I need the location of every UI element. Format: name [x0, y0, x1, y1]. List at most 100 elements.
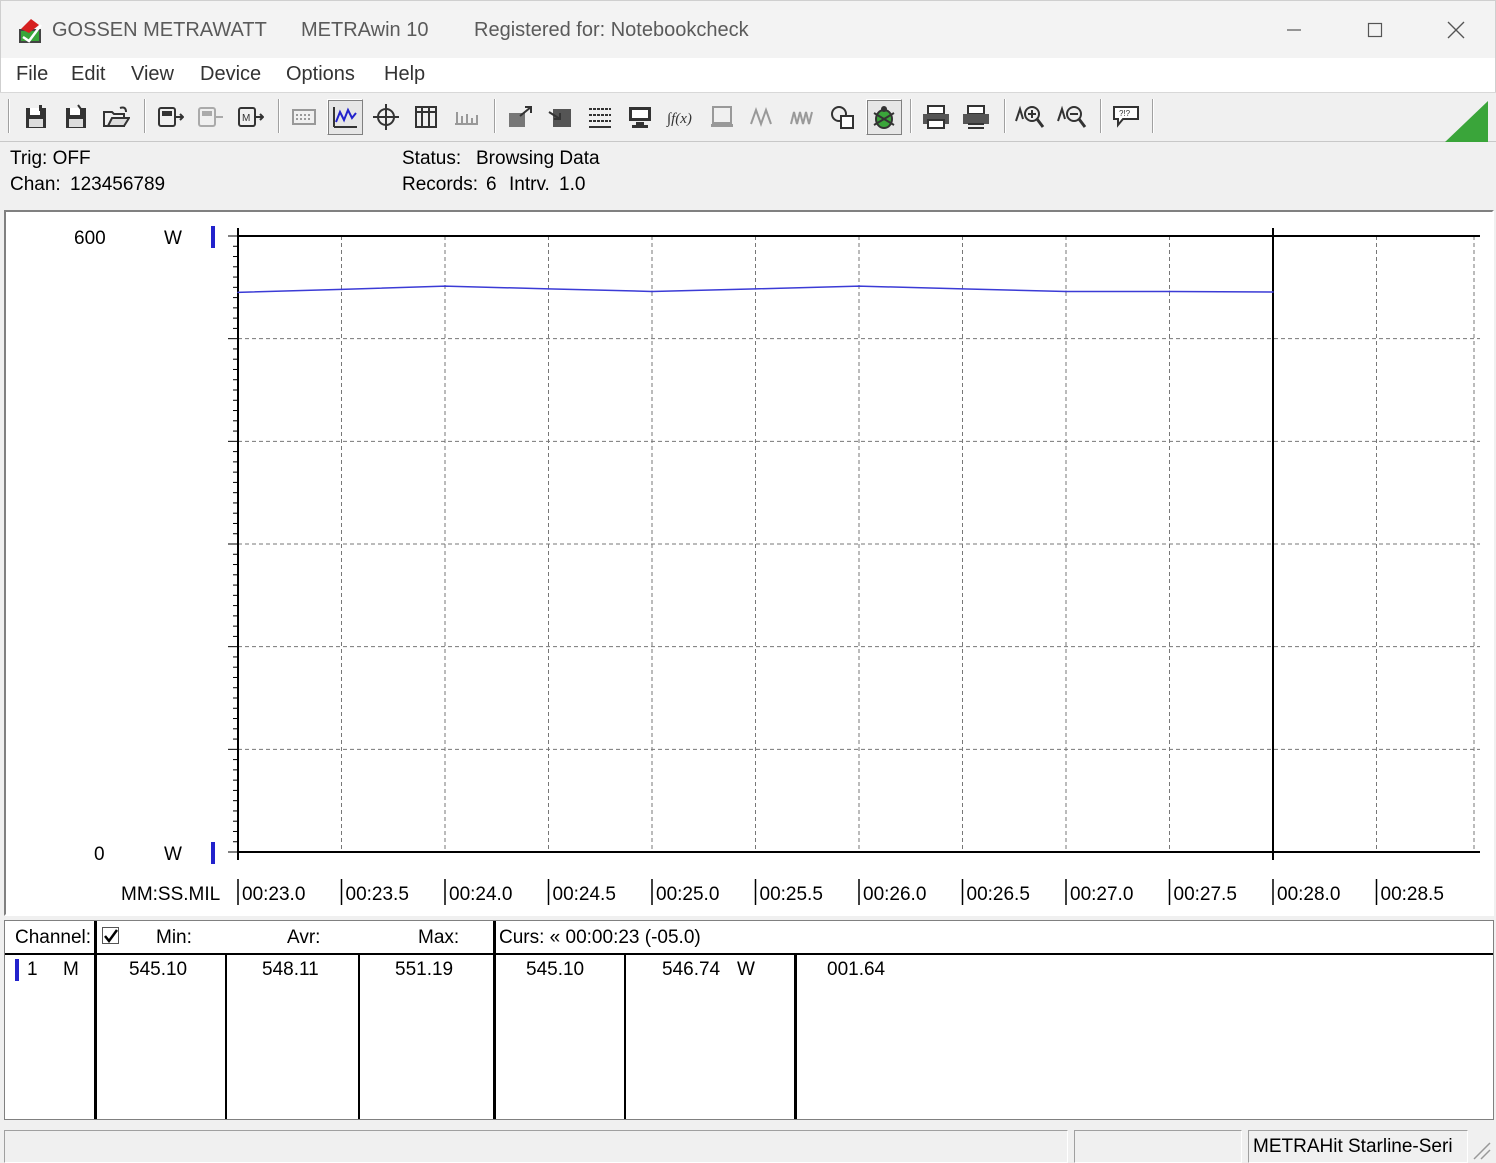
x-tick-label: 00:23.0 [242, 884, 305, 905]
bar-scale-button[interactable] [448, 99, 484, 135]
y-max-marker[interactable] [211, 226, 215, 248]
save-as-button[interactable] [58, 99, 94, 135]
col-divider [624, 955, 626, 1119]
multi-wave-icon [790, 111, 813, 125]
interval-label: Intrv. [509, 174, 550, 195]
menu-device[interactable]: Device [200, 63, 261, 86]
device-disabled-button[interactable] [192, 99, 228, 135]
list-button[interactable] [582, 99, 618, 135]
grid [238, 236, 1480, 852]
y-min-unit: W [164, 844, 182, 865]
channel-mode: M [63, 959, 79, 980]
device-write-icon: M [238, 107, 264, 127]
status-bar: METRAHit Starline-Seri [0, 1122, 1496, 1163]
zoom-out-icon [1057, 105, 1087, 128]
cursor-unit: W [737, 959, 755, 980]
records-value: 6 [486, 174, 497, 195]
data-point [651, 290, 653, 293]
import-button[interactable] [542, 99, 578, 135]
device-name: METRAHit Starline-Seri [1253, 1136, 1453, 1157]
brand-title: GOSSEN METRAWATT [52, 19, 267, 41]
col-divider [493, 921, 496, 1119]
channel-color-marker [15, 959, 19, 981]
records-label: Records: [402, 174, 479, 195]
channel-number: 1 [27, 959, 38, 980]
menu-help[interactable]: Help [384, 63, 425, 86]
x-tick-label: 00:23.5 [346, 884, 409, 905]
device-read-button[interactable] [152, 99, 188, 135]
maximize-icon [1367, 22, 1383, 38]
display-icon [711, 106, 733, 127]
list-icon [589, 108, 611, 128]
data-point [444, 285, 446, 287]
max-value: 551.19 [395, 959, 454, 980]
zoom-in-button[interactable] [1012, 99, 1048, 135]
channel-value: 123456789 [70, 174, 166, 195]
x-tick-label: 00:25.5 [760, 884, 823, 905]
minimize-button[interactable] [1271, 11, 1317, 49]
menu-edit[interactable]: Edit [71, 63, 105, 86]
channel-label: Chan: [10, 174, 61, 195]
open-button[interactable] [98, 99, 134, 135]
x-axis-label: MM:SS.MIL [121, 884, 220, 905]
app-logo-icon [19, 19, 42, 43]
scope-view-button[interactable] [327, 99, 363, 135]
data-point [754, 288, 757, 290]
status-bar-panel [1074, 1130, 1242, 1163]
show-channel-checkbox[interactable] [102, 927, 119, 944]
function-button[interactable]: ∫f(x) [662, 99, 698, 135]
crosshair-button[interactable] [368, 99, 404, 135]
x-tick-label: 00:24.0 [449, 884, 512, 905]
import-icon [548, 109, 571, 127]
monitor-button[interactable] [622, 99, 658, 135]
resize-grip-icon[interactable] [1470, 1139, 1492, 1161]
export-icon [509, 106, 532, 127]
col-divider [225, 955, 227, 1119]
multi-wave-button[interactable] [784, 99, 820, 135]
print-icon [923, 105, 949, 129]
display-button[interactable] [704, 99, 740, 135]
help-button[interactable]: ?!? [1108, 99, 1144, 135]
save-icon [26, 105, 46, 128]
chart-area[interactable]: 00:23.0 00:23.5 00:24.0 00:24.5 00:25.0 00:25… [4, 210, 1494, 916]
toolbar-separator [278, 99, 280, 133]
toolbar-separator [1100, 99, 1102, 133]
power-chart[interactable]: 00:23.0 00:23.5 00:24.0 00:24.5 00:25.0 00:25… [6, 212, 1492, 914]
monitor-icon [629, 107, 651, 128]
close-icon [1447, 21, 1465, 39]
export-button[interactable] [502, 99, 538, 135]
cursor2-value: 546.74 [662, 959, 721, 980]
cursor-header: Curs: « 00:00:23 (-05.0) [499, 927, 701, 948]
maximize-button[interactable] [1352, 11, 1398, 49]
print-button[interactable] [918, 99, 954, 135]
device-write-button[interactable]: M [232, 99, 268, 135]
table-view-button[interactable] [408, 99, 444, 135]
save-button[interactable] [18, 99, 54, 135]
function-icon: ∫f(x) [666, 111, 692, 127]
zoom-out-button[interactable] [1054, 99, 1090, 135]
search-record-button[interactable] [824, 99, 860, 135]
y-min-marker[interactable] [211, 842, 215, 864]
status-panel: Trig: OFF Chan: 123456789 Status: Browsi… [0, 142, 1496, 210]
y-max-label: 600 [74, 228, 106, 249]
menu-file[interactable]: File [16, 63, 48, 86]
channel-table: Channel: Min: Avr: Max: Curs: « 00:00:23… [4, 920, 1494, 1120]
status-bar-panel [4, 1130, 1068, 1163]
wave-button[interactable] [744, 99, 780, 135]
bug-button[interactable] [866, 99, 902, 135]
min-header: Min: [156, 927, 192, 948]
x-tick-label: 00:27.0 [1070, 884, 1133, 905]
toolbar-separator [8, 99, 10, 133]
keyboard-button[interactable] [286, 99, 322, 135]
menu-view[interactable]: View [131, 63, 174, 86]
search-record-icon [831, 106, 854, 129]
print-preview-button[interactable] [958, 99, 994, 135]
svg-text:M: M [242, 113, 250, 124]
device-read-icon [158, 107, 184, 127]
x-tick-label: 00:28.0 [1277, 884, 1340, 905]
registration-text: Registered for: Notebookcheck [474, 19, 749, 41]
col-divider [794, 955, 797, 1119]
menu-options[interactable]: Options [286, 63, 355, 86]
close-button[interactable] [1433, 11, 1479, 49]
svg-text:?!?: ?!? [1119, 109, 1131, 118]
